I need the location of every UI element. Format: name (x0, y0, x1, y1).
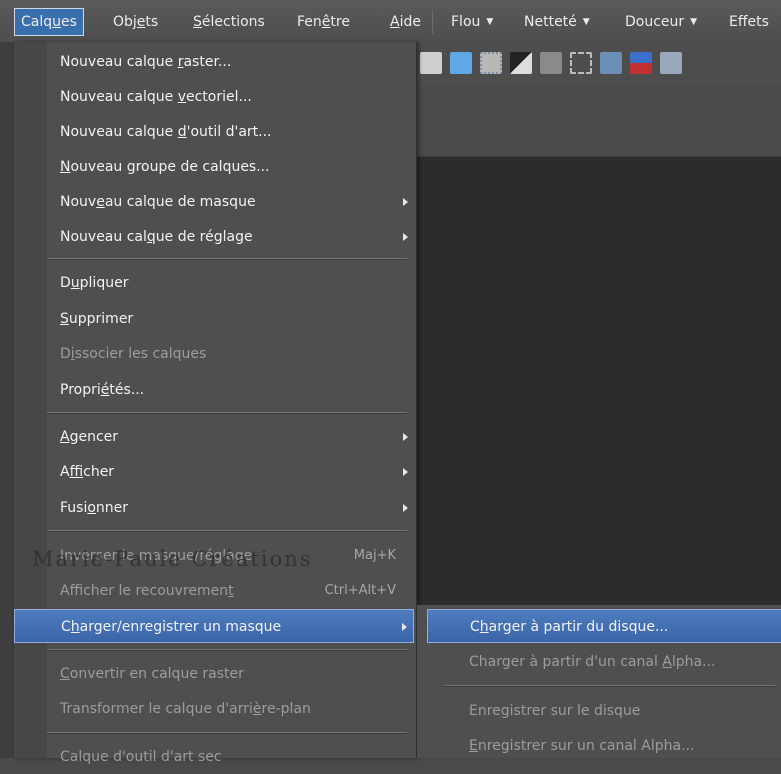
toolbar (416, 42, 781, 85)
effect-effets[interactable]: Effets (729, 9, 769, 35)
effect-icon[interactable] (480, 52, 502, 74)
menu-objets[interactable]: Objets (113, 9, 158, 35)
menu-item-load-save-mask[interactable]: Charger/enregistrer un masque (14, 609, 414, 643)
effect-douceur[interactable]: Douceur ▼ (625, 9, 697, 35)
menu-item-label: Agencer (60, 429, 119, 445)
selection-icon[interactable] (570, 52, 592, 74)
menu-item-label: Nouveau groupe de calques... (60, 159, 270, 175)
layers-icon[interactable] (540, 52, 562, 74)
menu-item-new-adjust[interactable]: Nouveau calque de réglage (14, 220, 414, 254)
menu-item-convert-raster: Convertir en calque raster (14, 657, 414, 691)
submenu-arrow-icon (403, 468, 408, 476)
menu-separator (47, 412, 407, 414)
dropdown-caret-icon: ▼ (690, 17, 698, 27)
menu-item-label: Nouveau calque de réglage (60, 229, 253, 245)
shortcut-text: Maj+K (353, 548, 396, 563)
menu-separator (47, 649, 407, 651)
menu-item-label: Nouveau calque raster... (60, 54, 232, 70)
menu-item-label: Nouveau calque d'outil d'art... (60, 124, 272, 140)
menu-separator (47, 732, 407, 734)
menu-item-label: Dupliquer (60, 275, 129, 291)
mask-icon[interactable] (510, 52, 532, 74)
left-edge (0, 42, 14, 758)
menu-calques[interactable]: Calques (14, 8, 84, 36)
menu-item-dry-art: Calque d'outil d'art sec (14, 740, 414, 774)
submenu-item-save-disk: Enregistrer sur le disque (427, 694, 781, 728)
menu-selections[interactable]: Sélections (193, 9, 265, 35)
menu-item-label: Inverser le masque/réglage (60, 548, 253, 564)
effect-nettete[interactable]: Netteté ▼ (524, 9, 590, 35)
menu-item-label: Convertir en calque raster (60, 666, 244, 682)
menu-item-label: Nouveau calque de masque (60, 194, 256, 210)
page-icon[interactable] (660, 52, 682, 74)
menu-separator (432, 10, 433, 34)
menu-item-label: Transformer le calque d'arrière-plan (60, 701, 311, 717)
menu-fenetre[interactable]: Fenêtre (297, 9, 350, 35)
mask-submenu: Charger à partir du disque... Charger à … (416, 605, 781, 758)
menu-item-properties[interactable]: Propriétés... (14, 373, 414, 407)
dropdown-caret-icon: ▼ (486, 17, 494, 27)
layer-blue-icon[interactable] (450, 52, 472, 74)
submenu-separator (445, 685, 775, 687)
menu-item-label: Propriétés... (60, 382, 145, 398)
menu-item-duplicate[interactable]: Dupliquer (14, 266, 414, 300)
submenu-item-label: Enregistrer sur le disque (469, 703, 641, 719)
submenu-item-label: Charger à partir du disque... (470, 619, 669, 635)
effect-flou-label: Flou (451, 14, 481, 30)
submenu-arrow-icon (403, 198, 408, 206)
effect-effets-label: Effets (729, 14, 769, 30)
menu-item-label: Calque d'outil d'art sec (60, 749, 222, 765)
menu-item-invert-mask: Inverser le masque/réglage Maj+K (14, 539, 414, 573)
menu-item-new-raster[interactable]: Nouveau calque raster... (14, 45, 414, 79)
submenu-arrow-icon (403, 504, 408, 512)
menu-aide[interactable]: Aide (390, 9, 421, 35)
grid-icon[interactable] (600, 52, 622, 74)
menu-item-label: Afficher le recouvrement (60, 583, 234, 599)
effect-douceur-label: Douceur (625, 14, 685, 30)
menu-bar: Calques Objets Sélections Fenêtre Aide F… (0, 0, 781, 43)
color-layer-icon[interactable] (630, 52, 652, 74)
submenu-arrow-icon (403, 233, 408, 241)
menu-item-new-group[interactable]: Nouveau groupe de calques... (14, 150, 414, 184)
submenu-item-load-disk[interactable]: Charger à partir du disque... (427, 609, 781, 643)
menu-item-ungroup: Dissocier les calques (14, 337, 414, 371)
submenu-arrow-icon (402, 623, 407, 631)
menu-item-arrange[interactable]: Agencer (14, 420, 414, 454)
menu-item-show-overlay: Afficher le recouvrement Ctrl+Alt+V (14, 574, 414, 608)
submenu-arrow-icon (403, 433, 408, 441)
menu-item-transform-bg: Transformer le calque d'arrière-plan (14, 692, 414, 726)
calques-menu: Nouveau calque raster... Nouveau calque … (14, 42, 417, 765)
menu-separator (47, 258, 407, 260)
menu-item-new-art[interactable]: Nouveau calque d'outil d'art... (14, 115, 414, 149)
effect-flou[interactable]: Flou ▼ (451, 9, 493, 35)
menu-item-view[interactable]: Afficher (14, 455, 414, 489)
image-canvas[interactable] (416, 157, 781, 605)
menu-item-label: Fusionner (60, 500, 129, 516)
menu-item-label: Supprimer (60, 311, 134, 327)
menu-item-label: Dissocier les calques (60, 346, 207, 362)
layer-icon[interactable] (420, 52, 442, 74)
panel-area (416, 84, 781, 157)
menu-item-new-mask[interactable]: Nouveau calque de masque (14, 185, 414, 219)
menu-item-merge[interactable]: Fusionner (14, 491, 414, 525)
effect-nettete-label: Netteté (524, 14, 577, 30)
menu-item-label: Charger/enregistrer un masque (61, 619, 282, 635)
menu-item-label: Nouveau calque vectoriel... (60, 89, 252, 105)
submenu-item-label: Charger à partir d'un canal Alpha... (469, 654, 716, 670)
dropdown-caret-icon: ▼ (582, 17, 590, 27)
menu-item-delete[interactable]: Supprimer (14, 302, 414, 336)
menu-separator (47, 530, 407, 532)
submenu-item-load-alpha: Charger à partir d'un canal Alpha... (427, 645, 781, 679)
menu-item-new-vector[interactable]: Nouveau calque vectoriel... (14, 80, 414, 114)
shortcut-text: Ctrl+Alt+V (324, 583, 396, 598)
menu-item-label: Afficher (60, 464, 115, 480)
